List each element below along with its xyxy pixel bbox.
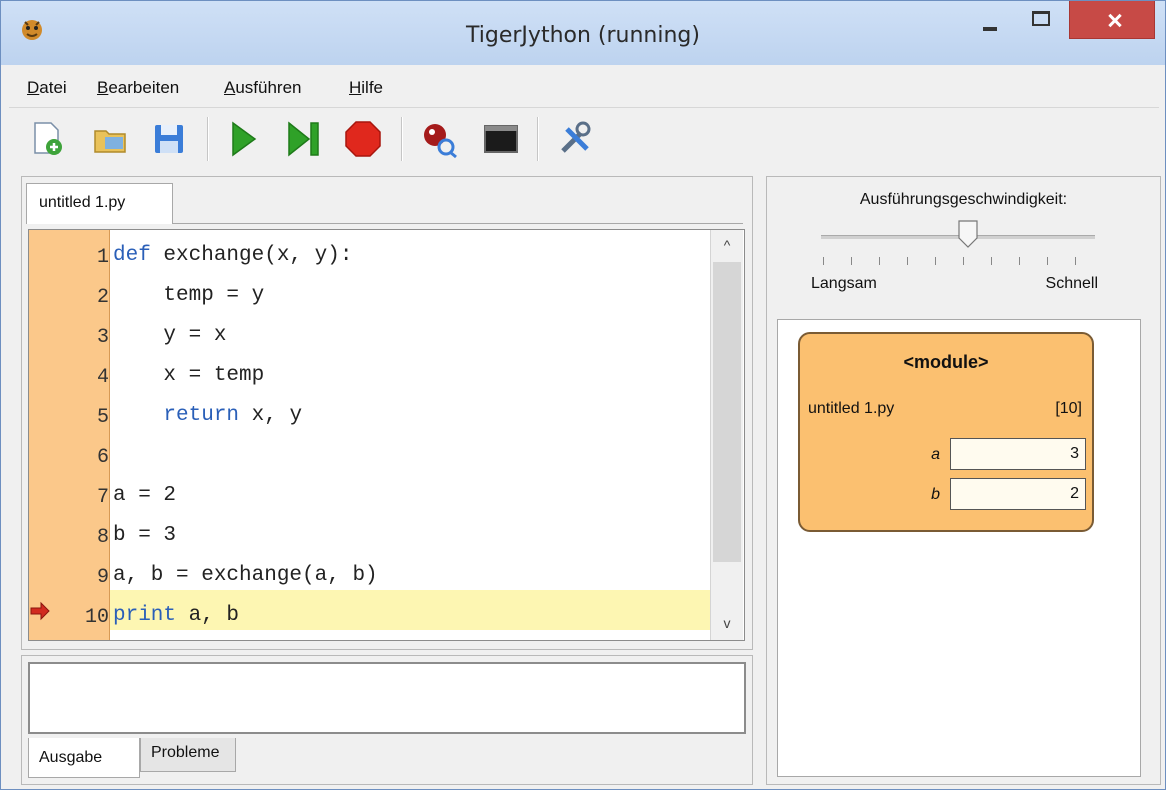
gutter-divider	[109, 230, 110, 640]
speed-slider-thumb[interactable]	[958, 220, 978, 248]
scrollbar-thumb[interactable]	[713, 262, 741, 562]
menu-bearbeiten[interactable]: Bearbeiten	[97, 78, 179, 98]
slider-tick	[935, 257, 936, 265]
line-number: 9	[96, 566, 109, 589]
menu-hilfe[interactable]: Hilfe	[349, 78, 383, 98]
slider-tick	[879, 257, 880, 265]
code-editor[interactable]: 1 2 3 4 5 6 7 8 9 10 def exchange(x, y):…	[28, 229, 745, 641]
line-number: 3	[96, 326, 109, 349]
code-line: x = temp	[113, 364, 265, 387]
line-number: 5	[96, 406, 109, 429]
slider-tick	[851, 257, 852, 265]
frame-file-name: untitled 1.py	[808, 400, 895, 417]
code-line: y = x	[113, 324, 227, 347]
line-number-gutter: 1 2 3 4 5 6 7 8 9 10	[29, 230, 109, 640]
speed-fast-label: Schnell	[1045, 275, 1098, 292]
code-line: temp = y	[113, 284, 265, 307]
slider-tick	[991, 257, 992, 265]
slider-tick	[1019, 257, 1020, 265]
line-number: 8	[96, 526, 109, 549]
speed-label: Ausführungsgeschwindigkeit:	[859, 191, 1068, 208]
toolbar-separator	[537, 117, 539, 161]
speed-slow-label: Langsam	[811, 275, 877, 292]
new-file-icon[interactable]	[27, 119, 67, 159]
debugger-icon[interactable]	[419, 119, 459, 159]
toolbar-separator	[401, 117, 403, 161]
line-number: 4	[96, 366, 109, 389]
slider-tick	[963, 257, 964, 265]
module-title: <module>	[903, 352, 989, 372]
output-console[interactable]	[28, 662, 746, 734]
tools-icon[interactable]	[555, 119, 595, 159]
close-button[interactable]	[1069, 1, 1155, 39]
code-line: a = 2	[113, 484, 177, 507]
editor-scrollbar[interactable]: ^ v	[710, 230, 743, 640]
code-line: def exchange(x, y):	[113, 244, 353, 267]
slider-tick	[823, 257, 824, 265]
variable-value: 3	[950, 438, 1086, 470]
line-number: 6	[96, 446, 109, 469]
scroll-down-icon[interactable]: v	[711, 608, 743, 638]
variable-name: b	[931, 486, 940, 503]
variable-value: 2	[950, 478, 1086, 510]
toolbar	[9, 109, 1159, 171]
app-window: TigerJython (running) Datei Bearbeiten A…	[0, 0, 1166, 790]
menu-datei[interactable]: Datei	[27, 78, 67, 98]
editor-panel: untitled 1.py 1 2 3 4 5 6 7 8 9 10 def e…	[21, 176, 753, 650]
slider-tick	[1047, 257, 1048, 265]
menu-ausfuehren[interactable]: Ausführen	[224, 78, 302, 98]
tab-untitled-1[interactable]: untitled 1.py	[26, 183, 173, 224]
line-number: 7	[96, 486, 109, 509]
variable-view: <module> untitled 1.py [10] a 3 b 2	[777, 319, 1141, 777]
debugger-panel: Ausführungsgeschwindigkeit: Langsam Schn…	[766, 176, 1161, 785]
tab-divider	[173, 223, 743, 224]
line-number: 2	[96, 286, 109, 309]
open-file-icon[interactable]	[91, 119, 131, 159]
frame-line-number: [10]	[1055, 400, 1082, 417]
scroll-up-icon[interactable]: ^	[711, 230, 743, 260]
run-icon[interactable]	[223, 119, 263, 159]
code-line: a, b = exchange(a, b)	[113, 564, 378, 587]
toolbar-separator	[207, 117, 209, 161]
title-bar[interactable]: TigerJython (running)	[1, 1, 1165, 65]
console-icon[interactable]	[481, 119, 521, 159]
maximize-button[interactable]	[1021, 1, 1059, 35]
tab-probleme[interactable]: Probleme	[140, 738, 236, 772]
line-number: 1	[96, 246, 109, 269]
line-number: 10	[84, 606, 109, 629]
step-icon[interactable]	[283, 119, 323, 159]
module-frame-card: <module> untitled 1.py [10] a 3 b 2	[798, 332, 1094, 532]
stop-icon[interactable]	[343, 119, 383, 159]
save-icon[interactable]	[149, 119, 189, 159]
slider-tick	[907, 257, 908, 265]
code-line: return x, y	[113, 404, 303, 427]
menu-bar: Datei Bearbeiten Ausführen Hilfe	[9, 67, 1159, 108]
variable-name: a	[931, 446, 940, 463]
output-panel: Ausgabe Probleme	[21, 655, 753, 785]
tab-ausgabe[interactable]: Ausgabe	[28, 738, 140, 778]
code-line: b = 3	[113, 524, 177, 547]
code-line: print a, b	[113, 604, 240, 627]
minimize-button[interactable]	[976, 1, 1006, 35]
slider-tick	[1075, 257, 1076, 265]
